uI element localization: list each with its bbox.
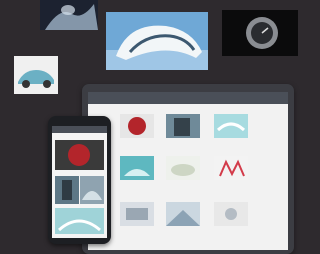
gallery-thumbnail[interactable] xyxy=(214,156,248,180)
gallery-thumbnail[interactable] xyxy=(120,156,154,180)
app-header xyxy=(88,92,288,104)
phone-device xyxy=(48,116,111,244)
gallery-thumbnail[interactable] xyxy=(214,202,248,226)
phone-app-screen xyxy=(52,126,107,238)
laptop-app-screen xyxy=(88,92,288,250)
phone-gallery-thumbnail[interactable] xyxy=(55,140,104,170)
dancer-photo xyxy=(40,0,98,30)
gallery-thumbnail[interactable] xyxy=(120,114,154,138)
wristwatch-photo xyxy=(222,10,298,56)
phone-app-header xyxy=(52,126,107,133)
gallery-thumbnail[interactable] xyxy=(214,114,248,138)
gallery-thumbnail[interactable] xyxy=(120,202,154,226)
gallery-thumbnail[interactable] xyxy=(166,156,200,180)
phone-gallery-thumbnail[interactable] xyxy=(80,176,104,204)
concept-car-photo xyxy=(14,56,58,94)
futuristic-building-photo xyxy=(106,12,208,70)
gallery-thumbnail[interactable] xyxy=(166,114,200,138)
phone-gallery-thumbnail[interactable] xyxy=(55,176,79,204)
laptop-device xyxy=(82,84,294,254)
gallery-thumbnail[interactable] xyxy=(166,202,200,226)
phone-gallery-thumbnail[interactable] xyxy=(55,208,104,234)
